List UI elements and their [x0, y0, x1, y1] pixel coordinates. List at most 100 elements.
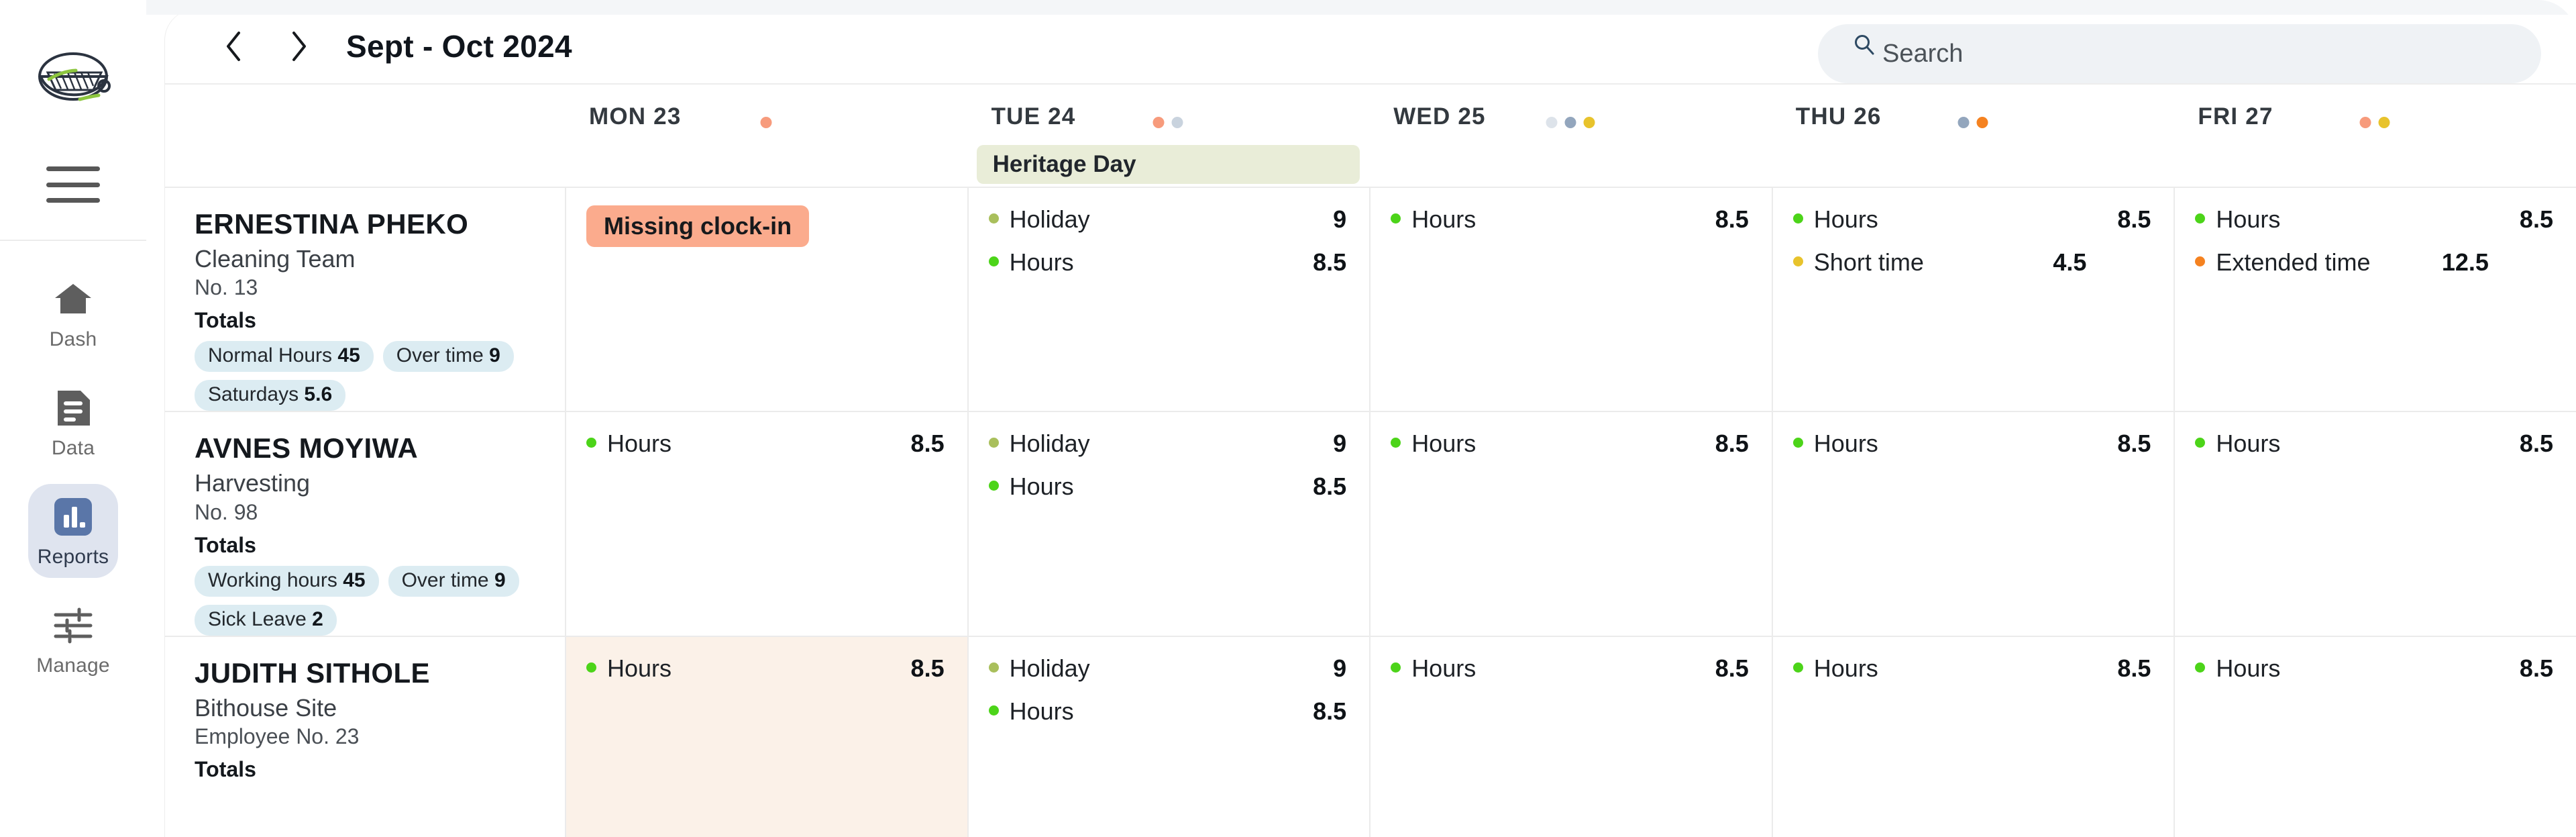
total-chip-label: Over time [401, 569, 489, 591]
prev-period-button[interactable] [215, 23, 252, 70]
app-logo[interactable] [26, 32, 120, 126]
day-cell[interactable]: Hours 8.5 [1369, 188, 1772, 411]
entry-bullet-icon [2195, 438, 2206, 448]
day-status-dots [760, 117, 772, 128]
bar-chart-icon [52, 496, 94, 538]
status-dot [1171, 117, 1183, 128]
status-dot [1583, 117, 1595, 128]
total-chip-value: 9 [489, 344, 500, 367]
day-header-cell[interactable]: WED 25 [1369, 85, 1772, 145]
entry-value: 12.5 [2441, 248, 2489, 276]
day-cell[interactable]: Hours 8.5 [2174, 636, 2576, 837]
totals-label: Totals [195, 308, 256, 333]
alert-badge[interactable]: Missing clock-in [586, 205, 810, 247]
entry-label: Hours [607, 654, 672, 682]
day-cell[interactable]: Holiday 9 Hours 8.5 [967, 636, 1370, 837]
holiday-band: Heritage Day [165, 145, 2576, 187]
time-entry: Extended time 12.5 [2195, 248, 2553, 291]
day-cell[interactable]: Hours 8.5 [1771, 412, 2174, 636]
total-chip-value: 2 [312, 607, 323, 630]
hamburger-bar [46, 166, 100, 171]
day-header-cell[interactable]: THU 26 [1772, 85, 2174, 145]
day-cell[interactable]: Hours 8.5 Extended time 12.5 [2174, 188, 2576, 411]
holiday-spacer [165, 145, 565, 187]
entry-value: 8.5 [1715, 205, 1749, 233]
entry-label: Holiday [1009, 205, 1090, 233]
header-spacer [165, 85, 565, 145]
day-status-dots [1546, 117, 1595, 128]
entry-bullet-icon [1792, 213, 1803, 224]
sidebar-item-dash[interactable]: Dash [28, 266, 118, 360]
employee-cell[interactable]: JUDITH SITHOLE Bithouse Site Employee No. … [165, 637, 565, 837]
total-chip[interactable]: Working hours 45 [195, 565, 379, 597]
employee-name: JUDITH SITHOLE [195, 656, 430, 689]
day-header-cell[interactable]: FRI 27 [2174, 85, 2576, 145]
day-cell[interactable]: Missing clock-in [565, 188, 967, 411]
day-cell[interactable]: Holiday 9 Hours 8.5 [967, 412, 1370, 636]
time-entry: Hours 8.5 [586, 430, 945, 473]
status-dot [1152, 117, 1165, 128]
status-dot [1976, 117, 1988, 128]
holiday-banner[interactable]: Heritage Day [976, 145, 1360, 184]
day-cell[interactable]: Hours 8.5 [1771, 636, 2174, 837]
sidebar-item-data[interactable]: Data [28, 375, 118, 469]
entry-value: 8.5 [2519, 654, 2553, 682]
entry-bullet-icon [988, 438, 999, 448]
total-chip[interactable]: Over time 9 [382, 341, 514, 373]
day-cell[interactable]: Hours 8.5 [1369, 412, 1772, 636]
day-cell[interactable]: Hours 8.5 Short time 4.5 [1771, 188, 2174, 411]
status-dot [2378, 117, 2390, 128]
entry-bullet-icon [1792, 256, 1803, 266]
entry-bullet-icon [1792, 438, 1803, 448]
entry-label: Holiday [1009, 654, 1090, 682]
time-entry: Hours 8.5 [586, 654, 945, 697]
table-row: JUDITH SITHOLE Bithouse Site Employee No. … [165, 635, 2576, 837]
panel-top-strip [146, 0, 2576, 15]
document-icon [52, 387, 94, 429]
entry-bullet-icon [1792, 662, 1803, 673]
day-cell[interactable]: Hours 8.5 [565, 412, 967, 636]
hamburger-menu[interactable] [46, 166, 100, 203]
sidebar-item-label: Data [51, 437, 95, 459]
day-cell[interactable]: Holiday 9 Hours 8.5 [967, 188, 1370, 411]
next-period-button[interactable] [280, 23, 318, 70]
entry-bullet-icon [988, 705, 999, 716]
day-cell[interactable]: Hours 8.5 [1369, 636, 1772, 837]
entry-label: Holiday [1009, 430, 1090, 458]
sidebar-item-manage[interactable]: Manage [28, 593, 118, 687]
app-window: Dash Data Reports Manage Sept - Oct 2024… [0, 0, 2576, 837]
day-status-dots [1957, 117, 1988, 128]
totals-chips: Normal Hours 45 Over time 9 Saturdays 5.6 [195, 341, 537, 411]
total-chip-value: 45 [343, 569, 366, 591]
day-cell[interactable]: Hours 8.5 [2174, 412, 2576, 636]
holiday-cell [565, 145, 967, 187]
day-cell[interactable]: Hours 8.5 [565, 636, 967, 837]
entry-value: 8.5 [1313, 248, 1347, 276]
entry-value: 8.5 [2117, 205, 2151, 233]
day-header-cell[interactable]: MON 23 [565, 85, 967, 145]
total-chip-label: Working hours [208, 569, 337, 591]
hamburger-bar [46, 182, 100, 187]
entry-label: Hours [1411, 430, 1477, 458]
total-chip-label: Saturdays [208, 383, 299, 406]
search-input[interactable]: Search [1818, 24, 2541, 83]
entry-label: Hours [2216, 430, 2281, 458]
table-row: ERNESTINA PHEKO Cleaning Team No. 13 Totals… [165, 187, 2576, 411]
entry-bullet-icon [1391, 662, 1401, 673]
total-chip[interactable]: Normal Hours 45 [195, 341, 374, 373]
sliders-icon [52, 605, 94, 646]
employee-cell[interactable]: ERNESTINA PHEKO Cleaning Team No. 13 Totals… [165, 188, 565, 411]
total-chip[interactable]: Saturdays 5.6 [195, 380, 346, 411]
sidebar: Dash Data Reports Manage [0, 0, 146, 837]
employee-cell[interactable]: AVNES MOYIWA Harvesting No. 98 Totals Workin… [165, 412, 565, 636]
entry-bullet-icon [586, 662, 596, 673]
day-header-cell[interactable]: TUE 24 [967, 85, 1370, 145]
total-chip[interactable]: Sick Leave 2 [195, 604, 337, 636]
sidebar-item-reports[interactable]: Reports [28, 484, 118, 578]
time-entry: Hours 8.5 [1391, 654, 1749, 697]
sidebar-divider [0, 240, 146, 241]
entry-label: Hours [1411, 205, 1477, 233]
entry-label: Hours [1813, 654, 1878, 682]
total-chip[interactable]: Over time 9 [388, 565, 519, 597]
entry-bullet-icon [2195, 256, 2206, 266]
